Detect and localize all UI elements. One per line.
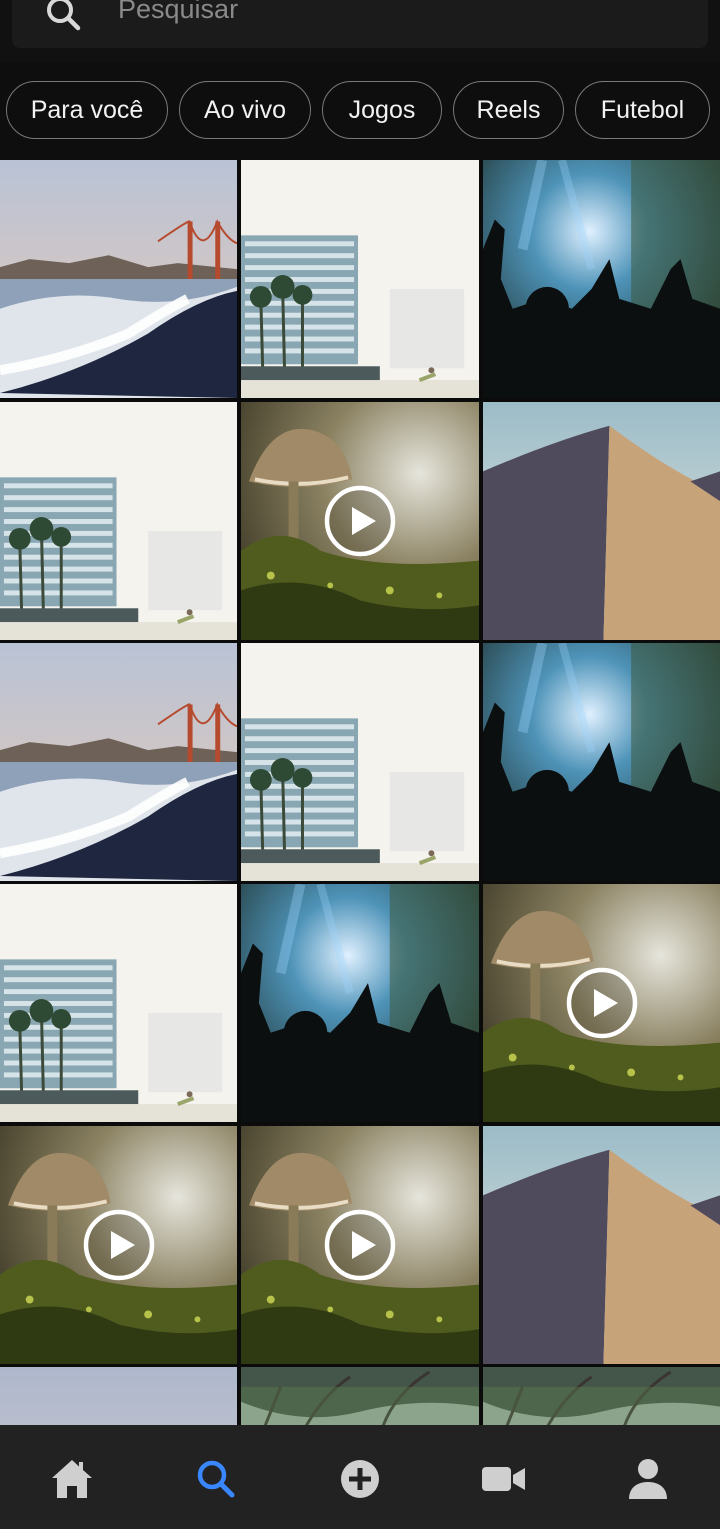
search-icon	[197, 1460, 235, 1498]
top-bar	[0, 0, 720, 62]
search-icon	[47, 0, 81, 31]
photo-thumbnail[interactable]	[0, 884, 237, 1122]
photo-thumbnail[interactable]	[241, 160, 479, 398]
video-thumbnail[interactable]	[241, 1126, 479, 1364]
photo-thumbnail[interactable]	[483, 1126, 720, 1364]
play-icon	[324, 1209, 396, 1281]
video-thumbnail[interactable]	[483, 884, 720, 1122]
play-icon	[83, 1209, 154, 1281]
play-icon	[324, 485, 396, 557]
photo-thumbnail[interactable]	[0, 643, 237, 881]
nav-home[interactable]	[42, 1449, 102, 1509]
chip-jogos[interactable]: Jogos	[322, 81, 442, 139]
category-chips: Para você Ao vivo Jogos Reels Futebol	[0, 62, 720, 160]
nav-add[interactable]	[330, 1449, 390, 1509]
video-thumbnail[interactable]	[241, 402, 479, 640]
photo-thumbnail[interactable]	[0, 1367, 237, 1425]
photo-thumbnail[interactable]	[241, 643, 479, 881]
chip-para-voce[interactable]: Para você	[6, 81, 168, 139]
home-icon	[52, 1460, 92, 1498]
search-bar[interactable]	[12, 0, 708, 48]
chip-ao-vivo[interactable]: Ao vivo	[179, 81, 311, 139]
nav-video[interactable]	[474, 1449, 534, 1509]
photo-thumbnail[interactable]	[0, 160, 237, 398]
photo-thumbnail[interactable]	[483, 160, 720, 398]
profile-icon	[629, 1459, 667, 1499]
photo-thumbnail[interactable]	[0, 402, 237, 640]
nav-profile[interactable]	[618, 1449, 678, 1509]
photo-thumbnail[interactable]	[483, 643, 720, 881]
bottom-nav	[0, 1425, 720, 1529]
video-thumbnail[interactable]	[0, 1126, 237, 1364]
video-camera-icon	[482, 1467, 525, 1491]
photo-thumbnail[interactable]	[241, 1367, 479, 1425]
chip-futebol[interactable]: Futebol	[575, 81, 710, 139]
photo-thumbnail[interactable]	[241, 884, 479, 1122]
explore-grid	[0, 160, 720, 1425]
photo-thumbnail[interactable]	[483, 1367, 720, 1425]
search-input[interactable]	[116, 0, 680, 30]
chip-reels[interactable]: Reels	[453, 81, 564, 139]
add-icon	[341, 1460, 379, 1498]
nav-search[interactable]	[186, 1449, 246, 1509]
photo-thumbnail[interactable]	[483, 402, 720, 640]
play-icon	[566, 967, 637, 1039]
